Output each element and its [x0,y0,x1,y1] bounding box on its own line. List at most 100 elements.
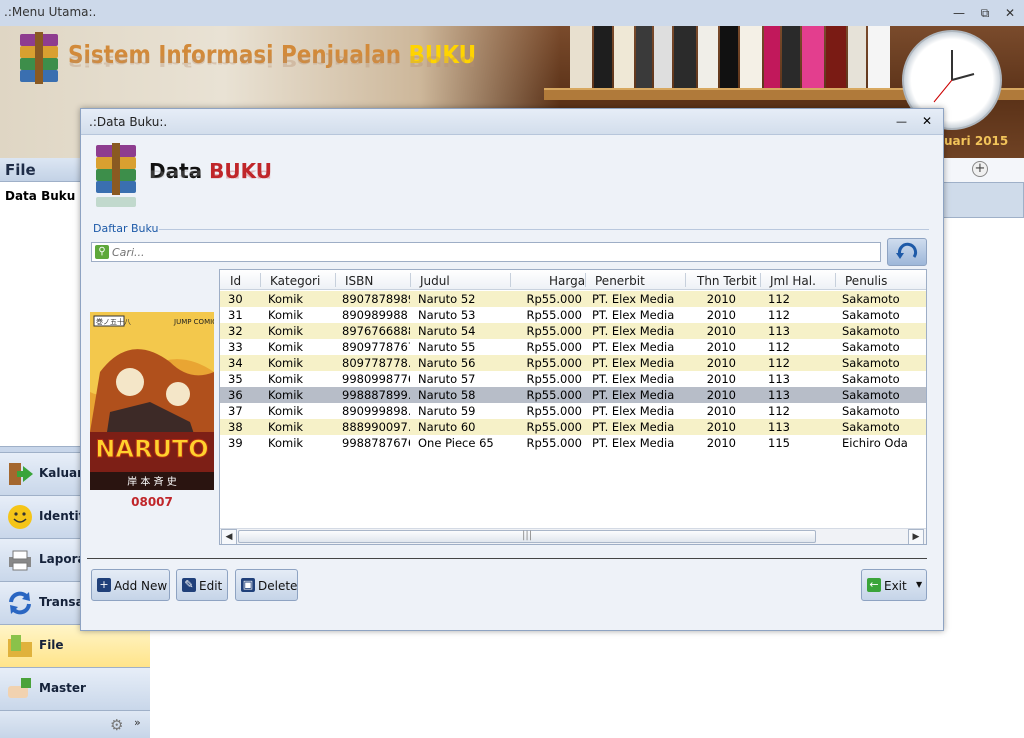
book-table[interactable]: Id Kategori ISBN Judul Harga Penerbit Th… [219,269,927,545]
table-row[interactable]: 38 Komik 888990097... Naruto 60 Rp55.000 PT. … [220,419,926,435]
column-separator[interactable] [760,273,761,287]
cell-id: 31 [228,308,243,322]
nav-label-kaluar: Kaluar [39,466,84,480]
cell-kategori: Komik [268,324,304,338]
dialog-separator [87,558,927,559]
table-header: Id Kategori ISBN Judul Harga Penerbit Th… [220,270,926,290]
cell-isbn: 888990097... [342,420,410,434]
dialog-minimize-icon[interactable]: — [896,115,907,128]
cell-judul: Naruto 58 [418,388,476,402]
nav-label-file: File [39,638,64,652]
cell-jml-hal: 112 [768,308,790,322]
cell-harga: Rp55.000 [526,308,582,322]
add-new-button[interactable]: + Add New [91,569,170,601]
chevron-right-icon[interactable]: » [134,716,141,729]
cell-judul: Naruto 54 [418,324,476,338]
cell-jml-hal: 112 [768,356,790,370]
plus-icon: + [97,578,111,592]
column-header-jml-hal[interactable]: Jml Hal. [770,274,816,288]
cell-thn-terbit: 2010 [706,372,736,386]
configure-gear-icon[interactable]: ⚙ [110,716,123,734]
smiley-icon [8,505,32,529]
table-row[interactable]: 39 Komik 9988787676 One Piece 65 Rp55.000 PT.… [220,435,926,451]
cell-harga: Rp55.000 [526,372,582,386]
edit-button[interactable]: ✎ Edit [176,569,228,601]
scroll-left-icon[interactable]: ◀ [221,529,237,544]
cell-judul: Naruto 55 [418,340,476,354]
cell-id: 33 [228,340,243,354]
cell-jml-hal: 113 [768,388,790,402]
nav-button-master[interactable]: Master [0,667,150,710]
table-row[interactable]: 31 Komik 890989988 Naruto 53 Rp55.000 PT. Ele… [220,307,926,323]
bookshelf [560,26,900,88]
restore-icon[interactable]: ⧉ [978,6,992,20]
cell-penerbit: PT. Elex Media [592,436,675,450]
dialog-close-icon[interactable]: ✕ [922,114,932,128]
cell-penerbit: PT. Elex Media [592,356,675,370]
column-header-id[interactable]: Id [230,274,241,288]
cell-thn-terbit: 2010 [706,388,736,402]
search-input[interactable] [112,244,872,260]
close-icon[interactable]: ✕ [1003,6,1017,20]
cell-penulis: Sakamoto [842,404,900,418]
cell-kategori: Komik [268,292,304,306]
cell-penulis: Sakamoto [842,292,900,306]
column-separator[interactable] [510,273,511,287]
cell-judul: Naruto 60 [418,420,476,434]
minimize-icon[interactable]: — [952,6,966,20]
column-header-penerbit[interactable]: Penerbit [595,274,645,288]
column-header-thn-terbit[interactable]: Thn Terbit [697,274,757,288]
table-row[interactable]: 33 Komik 8909778767 Naruto 55 Rp55.000 PT. El… [220,339,926,355]
cell-isbn: 890999898... [342,404,410,418]
column-separator[interactable] [410,273,411,287]
zoom-in-icon[interactable]: + [972,161,988,177]
refresh-button[interactable] [887,238,927,266]
cell-judul: Naruto 57 [418,372,476,386]
table-row[interactable]: 30 Komik 8907878989 Naruto 52 Rp55.000 PT. El… [220,291,926,307]
cell-id: 35 [228,372,243,386]
dropdown-chevron-icon[interactable]: ▼ [916,580,922,589]
column-header-isbn[interactable]: ISBN [345,274,373,288]
column-separator[interactable] [335,273,336,287]
cell-kategori: Komik [268,436,304,450]
cell-harga: Rp55.000 [526,340,582,354]
cell-id: 37 [228,404,243,418]
column-header-judul[interactable]: Judul [420,274,450,288]
delete-button[interactable]: ▣ Delete [235,569,298,601]
column-separator[interactable] [835,273,836,287]
scroll-grip-icon: ||| [522,530,533,541]
master-hand-icon [8,678,31,698]
svg-text:岸 本 斉 史: 岸 本 斉 史 [127,475,177,488]
cell-penerbit: PT. Elex Media [592,292,675,306]
cell-id: 36 [228,388,243,402]
horizontal-scrollbar[interactable]: ◀ ||| ▶ [220,528,926,544]
column-separator[interactable] [260,273,261,287]
column-header-kategori[interactable]: Kategori [270,274,320,288]
cell-kategori: Komik [268,372,304,386]
table-row[interactable]: 34 Komik 809778778... Naruto 56 Rp55.000 PT. … [220,355,926,371]
left-pane-item-data-buku[interactable]: Data Buku [5,189,75,203]
column-separator[interactable] [585,273,586,287]
printer-icon [9,550,31,571]
cell-judul: Naruto 53 [418,308,476,322]
cell-harga: Rp55.000 [526,324,582,338]
table-row[interactable]: 36 Komik 998887899... Naruto 58 Rp55.000 PT. … [220,387,926,403]
scroll-right-icon[interactable]: ▶ [908,529,924,544]
cell-isbn: 8976766888 [342,324,410,338]
app-title-reflection: Sistem Informasi Penjualan BUKU [68,52,477,70]
workspace-tab[interactable] [940,182,1024,218]
column-separator[interactable] [685,273,686,287]
dialog-titlebar: .:Data Buku:. — ✕ [81,109,943,135]
column-header-harga[interactable]: Harga [549,274,585,288]
exit-button[interactable]: ← Exit ▼ [861,569,927,601]
table-row[interactable]: 35 Komik 9980998776 Naruto 57 Rp55.000 PT. El… [220,371,926,387]
cell-isbn: 809778778... [342,356,410,370]
cell-isbn: 8907878989 [342,292,410,306]
cell-penulis: Sakamoto [842,324,900,338]
archive-books-icon [20,32,58,84]
table-row[interactable]: 32 Komik 8976766888 Naruto 54 Rp55.000 PT. El… [220,323,926,339]
cell-id: 30 [228,292,243,306]
search-box[interactable]: ⚲ [91,242,881,262]
table-row[interactable]: 37 Komik 890999898... Naruto 59 Rp55.000 PT. … [220,403,926,419]
column-header-penulis[interactable]: Penulis [845,274,887,288]
